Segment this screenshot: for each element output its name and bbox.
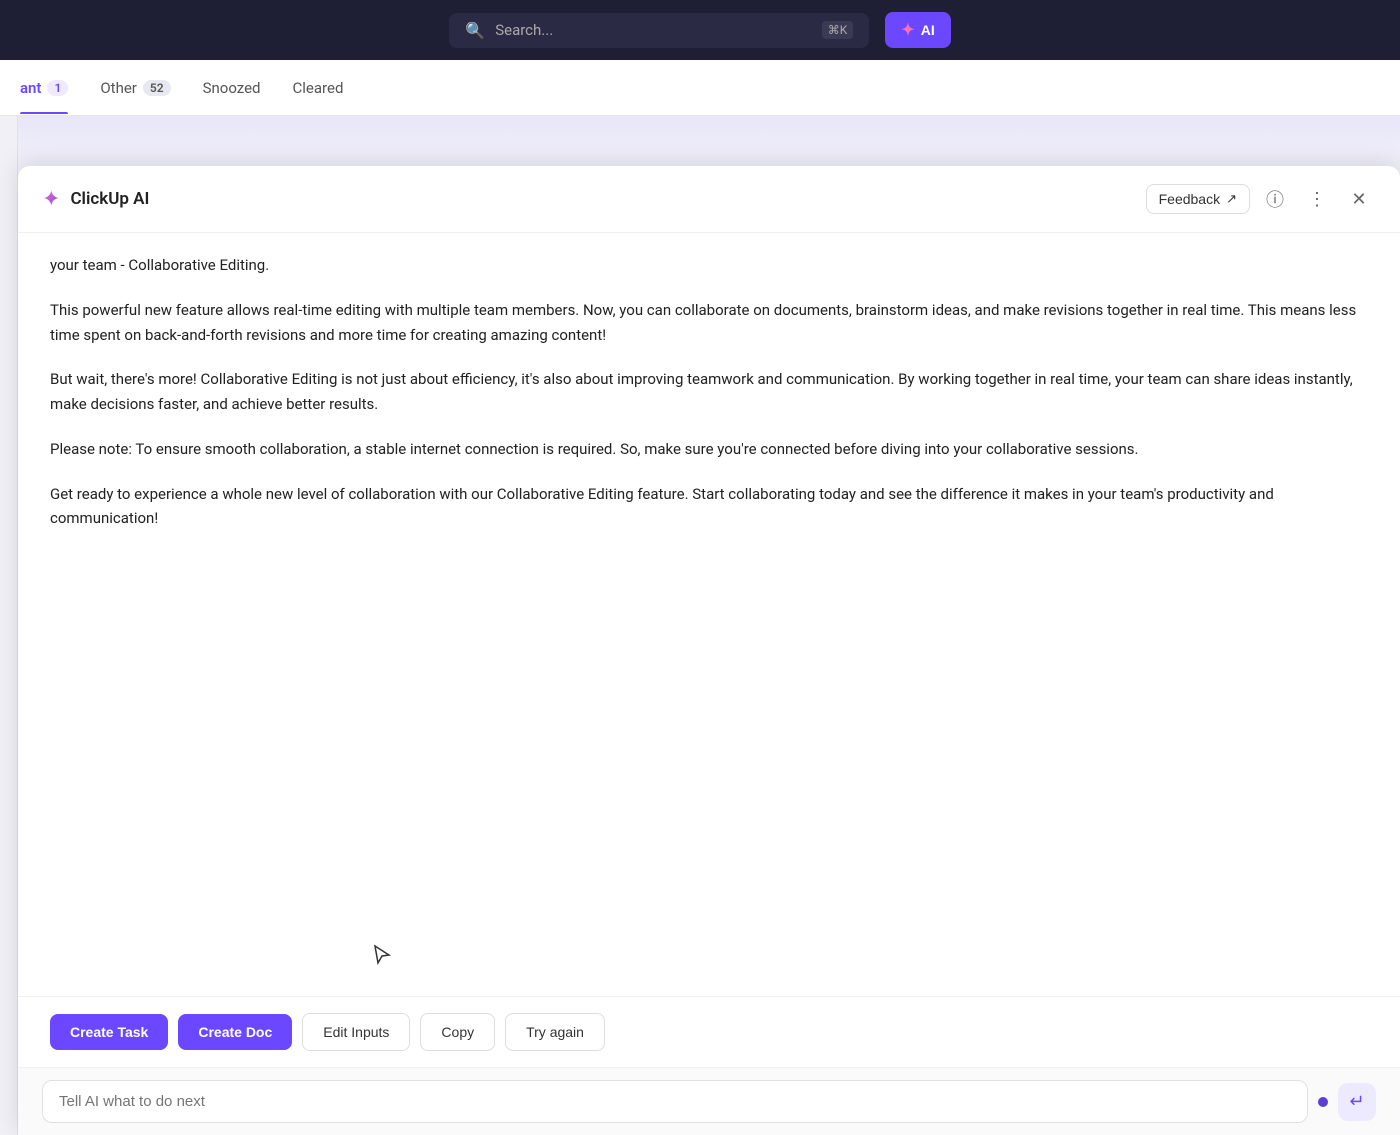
try-again-button[interactable]: Try again xyxy=(505,1013,605,1051)
info-icon: ⓘ xyxy=(1266,186,1284,212)
create-task-label: Create Task xyxy=(70,1024,148,1040)
tab-cleared-label: Cleared xyxy=(293,79,344,97)
modal-actions: Feedback ↗ ⓘ ⋮ ✕ xyxy=(1146,182,1376,216)
create-doc-label: Create Doc xyxy=(198,1024,272,1040)
tab-cleared[interactable]: Cleared xyxy=(293,63,344,113)
send-button[interactable]: ↵ xyxy=(1338,1083,1376,1121)
more-options-button[interactable]: ⋮ xyxy=(1300,182,1334,216)
top-bar: 🔍 Search... ⌘K ✦ AI xyxy=(0,0,1400,60)
copy-label: Copy xyxy=(441,1024,474,1040)
feedback-button[interactable]: Feedback ↗ xyxy=(1146,184,1250,214)
modal-content: your team - Collaborative Editing. This … xyxy=(18,233,1400,996)
ai-modal: ✦ ClickUp AI Feedback ↗ ⓘ ⋮ ✕ your t xyxy=(18,166,1400,1135)
search-icon: 🔍 xyxy=(465,21,485,40)
close-icon: ✕ xyxy=(1351,189,1366,210)
tab-other[interactable]: Other 52 xyxy=(100,63,170,113)
modal-title: ClickUp AI xyxy=(70,189,149,209)
tab-snoozed-label: Snoozed xyxy=(203,79,261,97)
tab-important-badge: 1 xyxy=(47,80,68,96)
clickup-star-icon: ✦ xyxy=(42,187,60,212)
tab-other-badge: 52 xyxy=(143,80,171,96)
info-button[interactable]: ⓘ xyxy=(1258,182,1292,216)
content-paragraph-3: But wait, there's more! Collaborative Ed… xyxy=(50,367,1368,417)
search-box[interactable]: 🔍 Search... ⌘K xyxy=(449,13,869,48)
ai-star-icon: ✦ xyxy=(901,20,914,40)
more-options-icon: ⋮ xyxy=(1308,189,1326,210)
tab-important[interactable]: ant 1 xyxy=(20,63,68,113)
create-doc-button[interactable]: Create Doc xyxy=(178,1014,292,1050)
bg-area: ✦ ClickUp AI Feedback ↗ ⓘ ⋮ ✕ your t xyxy=(0,116,1400,1135)
tab-bar: ant 1 Other 52 Snoozed Cleared xyxy=(0,60,1400,116)
input-bar: ↵ xyxy=(18,1067,1400,1135)
copy-button[interactable]: Copy xyxy=(420,1013,495,1051)
edit-inputs-label: Edit Inputs xyxy=(323,1024,389,1040)
external-link-icon: ↗ xyxy=(1226,191,1237,207)
tab-other-label: Other xyxy=(100,79,137,97)
search-shortcut: ⌘K xyxy=(822,21,854,39)
try-again-label: Try again xyxy=(526,1024,584,1040)
content-paragraph-4: Please note: To ensure smooth collaborat… xyxy=(50,437,1368,462)
input-dot-icon xyxy=(1318,1097,1328,1107)
send-icon: ↵ xyxy=(1349,1091,1364,1112)
left-sidebar xyxy=(0,116,18,1135)
ai-button[interactable]: ✦ AI xyxy=(885,12,950,48)
tab-snoozed[interactable]: Snoozed xyxy=(203,63,261,113)
close-button[interactable]: ✕ xyxy=(1342,182,1376,216)
content-paragraph-1: your team - Collaborative Editing. xyxy=(50,253,1368,278)
ai-button-label: AI xyxy=(921,22,935,38)
create-task-button[interactable]: Create Task xyxy=(50,1014,168,1050)
modal-header: ✦ ClickUp AI Feedback ↗ ⓘ ⋮ ✕ xyxy=(18,166,1400,233)
ai-input[interactable] xyxy=(42,1080,1308,1123)
content-paragraph-2: This powerful new feature allows real-ti… xyxy=(50,298,1368,348)
action-bar: Create Task Create Doc Edit Inputs Copy … xyxy=(18,996,1400,1067)
content-paragraph-5: Get ready to experience a whole new leve… xyxy=(50,482,1368,532)
feedback-label: Feedback xyxy=(1159,191,1220,207)
search-placeholder: Search... xyxy=(495,21,553,39)
edit-inputs-button[interactable]: Edit Inputs xyxy=(302,1013,410,1051)
tab-important-label: ant xyxy=(20,79,41,97)
